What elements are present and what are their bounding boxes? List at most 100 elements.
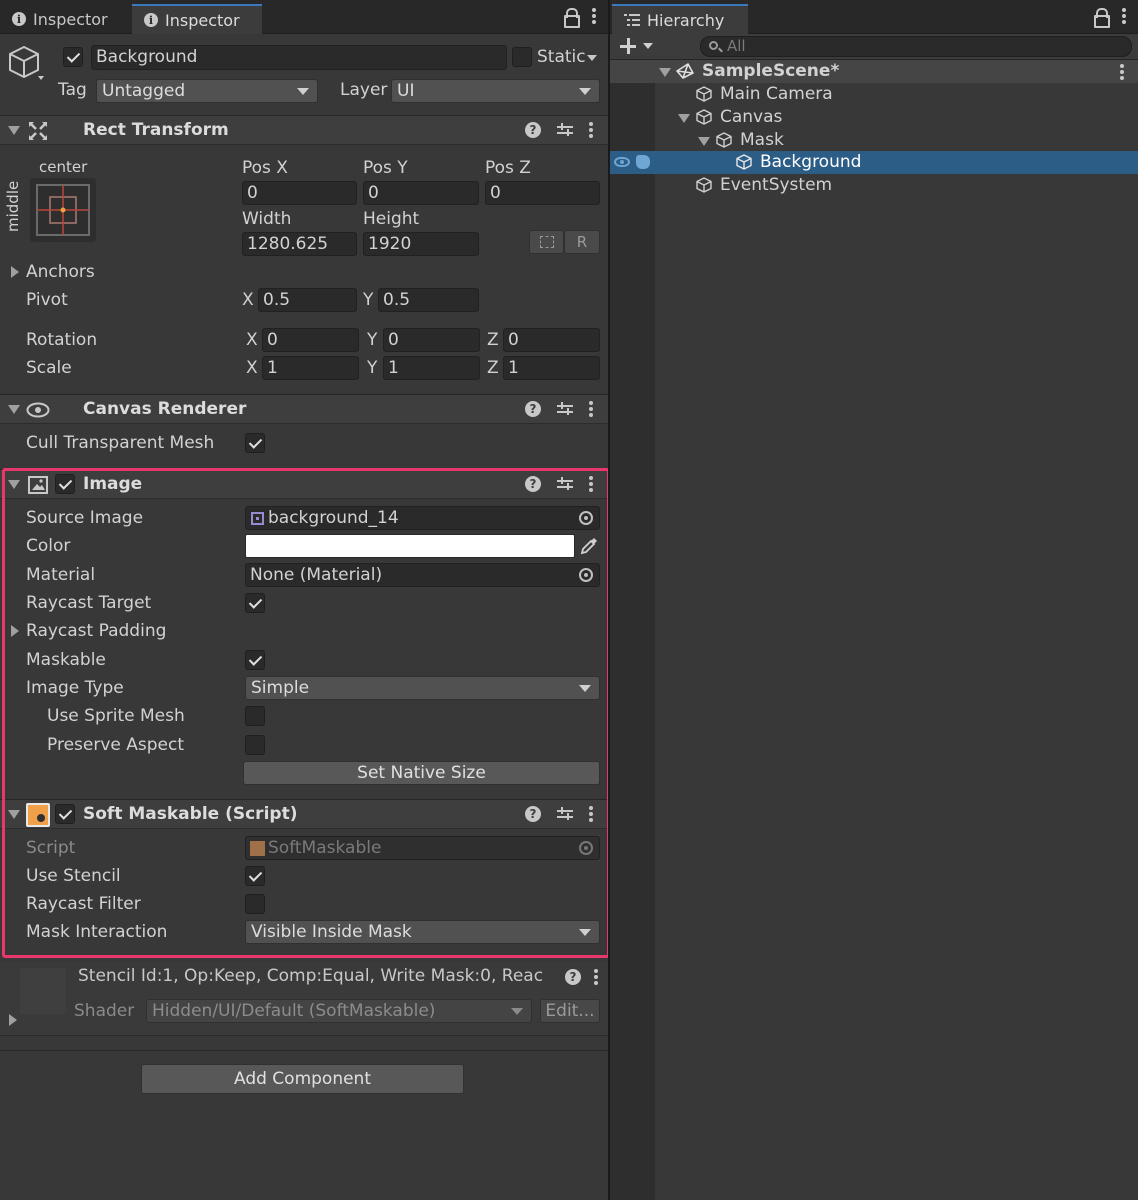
preserve-aspect-checkbox[interactable] [245,735,265,755]
foldout-arrow-icon[interactable] [698,137,710,146]
use-stencil-checkbox[interactable] [245,866,265,886]
material-field[interactable]: None (Material) [245,563,600,587]
eyedropper-icon[interactable] [579,536,599,556]
presets-icon[interactable] [557,476,573,492]
object-active-checkbox[interactable] [63,47,83,67]
object-name-field[interactable]: Background [91,45,507,70]
more-options-icon[interactable] [1120,64,1124,80]
canvas-renderer-header[interactable]: Canvas Renderer ? [0,394,608,424]
hierarchy-item-mask[interactable]: Mask [610,129,1138,152]
lock-icon[interactable] [1094,8,1110,28]
maskable-checkbox[interactable] [245,650,265,670]
create-plus-icon[interactable] [620,38,636,54]
foldout-arrow-icon[interactable] [659,68,671,77]
more-options-icon[interactable] [594,969,598,985]
rotation-z-field[interactable]: 0 [503,328,600,352]
more-options-icon[interactable] [589,476,593,492]
presets-icon[interactable] [557,806,573,822]
soft-maskable-header[interactable]: Soft Maskable (Script) ? [0,799,608,829]
static-checkbox[interactable] [512,47,532,67]
use-stencil-label: Use Stencil [26,866,121,886]
static-label: Static [537,47,586,67]
raw-edit-button[interactable]: R [564,230,600,254]
hierarchy-item-canvas[interactable]: Canvas [610,106,1138,129]
layer-dropdown[interactable]: UI [391,79,600,103]
tab-hierarchy[interactable]: Hierarchy [612,4,748,34]
hierarchy-search-input[interactable]: All [700,36,1132,57]
foldout-arrow-icon[interactable] [678,114,690,123]
create-dropdown-icon[interactable] [643,43,653,49]
help-icon[interactable]: ? [565,969,581,985]
color-swatch[interactable] [245,534,575,558]
add-component-button[interactable]: Add Component [141,1064,464,1094]
pos-y-field[interactable]: 0 [363,181,479,205]
lock-icon[interactable] [564,8,580,28]
tab-inspector-1[interactable]: i Inspector [0,4,130,34]
pivot-x-field[interactable]: 0.5 [258,288,357,312]
presets-icon[interactable] [557,122,573,138]
mask-interaction-dropdown[interactable]: Visible Inside Mask [245,920,600,944]
presets-icon[interactable] [557,401,573,417]
more-options-icon[interactable] [592,8,596,24]
eye-icon [26,402,50,418]
cube-icon [716,132,732,148]
more-options-icon[interactable] [1122,8,1126,24]
image-enabled-checkbox[interactable] [55,474,75,494]
edit-shader-button[interactable]: Edit... [540,999,600,1023]
shader-dropdown[interactable]: Hidden/UI/Default (SoftMaskable) [146,999,532,1023]
pos-z-field[interactable]: 0 [485,181,600,205]
anchors-foldout-icon[interactable] [11,266,19,278]
object-picker-icon[interactable] [579,511,593,525]
anchor-h-label: center [39,158,88,176]
raycast-target-checkbox[interactable] [245,593,265,613]
cull-transparent-mesh-checkbox[interactable] [245,433,265,453]
cube-icon [736,154,752,170]
anchor-preset-button[interactable] [30,178,96,242]
help-icon[interactable]: ? [525,806,541,822]
raycast-padding-label[interactable]: Raycast Padding [26,621,166,641]
pivot-y-field[interactable]: 0.5 [378,288,479,312]
component-title: Canvas Renderer [83,399,247,419]
object-picker-icon[interactable] [579,568,593,582]
image-header[interactable]: Image ? [0,469,608,499]
height-field[interactable]: 1920 [363,232,479,256]
rect-transform-header[interactable]: Rect Transform ? [0,115,608,145]
hierarchy-item-background[interactable]: Background [610,151,1138,174]
hierarchy-item-eventsystem[interactable]: EventSystem [610,174,1138,197]
foldout-arrow-icon[interactable] [8,480,20,489]
hierarchy-item-main-camera[interactable]: Main Camera [610,83,1138,106]
foldout-arrow-icon[interactable] [8,126,20,135]
scale-y-field[interactable]: 1 [383,356,480,380]
help-icon[interactable]: ? [525,476,541,492]
raycast-padding-foldout-icon[interactable] [11,625,19,637]
pos-x-field[interactable]: 0 [242,181,357,205]
scene-row[interactable]: SampleScene* [610,60,1138,83]
foldout-arrow-icon[interactable] [8,405,20,414]
script-file-icon [250,841,265,856]
more-options-icon[interactable] [589,401,593,417]
raycast-filter-checkbox[interactable] [245,894,265,914]
anchors-label[interactable]: Anchors [26,262,95,282]
source-image-field[interactable]: background_14 [245,506,600,530]
image-type-dropdown[interactable]: Simple [245,676,600,700]
help-icon[interactable]: ? [525,122,541,138]
foldout-arrow-icon[interactable] [8,810,20,819]
set-native-size-button[interactable]: Set Native Size [243,761,600,785]
visibility-eye-icon[interactable] [614,157,630,167]
static-dropdown-icon[interactable] [587,55,597,61]
rotation-y-field[interactable]: 0 [383,328,480,352]
blueprint-mode-button[interactable] [529,230,564,254]
use-sprite-mesh-checkbox[interactable] [245,706,265,726]
scale-x-field[interactable]: 1 [262,356,359,380]
width-field[interactable]: 1280.625 [242,232,357,256]
tab-inspector-2[interactable]: i Inspector [132,4,262,34]
rotation-x-field[interactable]: 0 [262,328,359,352]
more-options-icon[interactable] [589,806,593,822]
more-options-icon[interactable] [589,122,593,138]
tag-dropdown[interactable]: Untagged [96,79,318,103]
material-foldout-icon[interactable] [9,1014,17,1026]
help-icon[interactable]: ? [525,401,541,417]
pickability-hand-icon[interactable] [636,155,650,169]
scale-z-field[interactable]: 1 [503,356,600,380]
soft-maskable-enabled-checkbox[interactable] [55,804,75,824]
